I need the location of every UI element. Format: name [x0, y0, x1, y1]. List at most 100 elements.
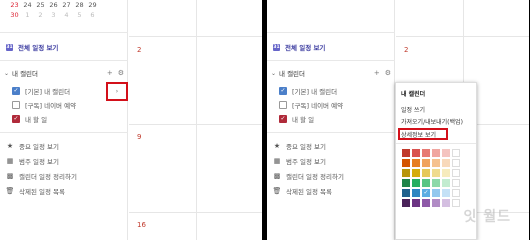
- menu-item-write-schedule[interactable]: 일정 쓰기: [401, 105, 425, 114]
- mini-day[interactable]: 24: [21, 1, 34, 9]
- plus-icon[interactable]: +: [374, 69, 380, 77]
- color-swatch[interactable]: [452, 169, 460, 177]
- color-swatch[interactable]: [402, 159, 410, 167]
- all-schedule-view-link[interactable]: 31 전체 일정 보기: [273, 41, 325, 53]
- divider: [396, 143, 476, 144]
- all-schedule-view-link[interactable]: 31 전체 일정 보기: [6, 41, 58, 53]
- mini-day[interactable]: 30: [8, 11, 21, 19]
- color-swatch[interactable]: [412, 159, 420, 167]
- important-schedule-link[interactable]: ★ 중요 일정 보기: [272, 140, 394, 152]
- my-calendar-label: 내 캘린더: [12, 70, 39, 78]
- mini-day[interactable]: 3: [47, 11, 60, 19]
- grid-line: [129, 124, 262, 125]
- checkbox-checked-icon[interactable]: ✓: [12, 115, 20, 123]
- color-swatch[interactable]: [432, 199, 440, 207]
- calendar-icon: 31: [273, 43, 280, 51]
- calendar-item-my-todo[interactable]: ✓ 내 할 일: [279, 113, 391, 125]
- menu-item-import-export[interactable]: 가져오기/내보내기(백업): [401, 117, 463, 126]
- color-swatch[interactable]: [412, 189, 420, 197]
- menu-item-detail-view[interactable]: 상세정보 보기: [401, 130, 436, 139]
- star-icon: ★: [6, 142, 14, 150]
- color-swatch[interactable]: [442, 159, 450, 167]
- color-swatch[interactable]: [412, 149, 420, 157]
- color-swatch[interactable]: [442, 189, 450, 197]
- color-swatch[interactable]: [422, 169, 430, 177]
- color-swatch[interactable]: [452, 199, 460, 207]
- category-schedule-link[interactable]: ▦ 범주 일정 보기: [272, 155, 394, 167]
- chevron-right-icon[interactable]: ›: [116, 88, 118, 95]
- my-calendar-header[interactable]: ⌄ 내 캘린더 + ⚙: [4, 67, 124, 79]
- calendar-item-basic[interactable]: ✓ [기본] 내 캘린더: [279, 85, 391, 97]
- chevron-down-icon[interactable]: ⌄: [4, 70, 9, 77]
- color-swatch[interactable]: [402, 169, 410, 177]
- mini-day[interactable]: 27: [60, 1, 73, 9]
- color-swatch[interactable]: [402, 179, 410, 187]
- color-swatch[interactable]: [452, 189, 460, 197]
- mini-day[interactable]: 23: [8, 1, 21, 9]
- divider: [267, 60, 395, 61]
- checkbox-checked-icon[interactable]: ✓: [279, 115, 287, 123]
- command-label: 중요 일정 보기: [19, 143, 60, 151]
- calendar-item-my-todo[interactable]: ✓ 내 할 일: [12, 113, 124, 125]
- mini-day[interactable]: 1: [21, 11, 34, 19]
- color-swatch[interactable]: [412, 169, 420, 177]
- divider: [0, 32, 128, 33]
- color-swatch-selected[interactable]: ✓: [422, 189, 430, 197]
- trash-icon: 🗑: [272, 187, 282, 195]
- category-schedule-link[interactable]: ▦ 범주 일정 보기: [5, 155, 127, 167]
- color-swatch[interactable]: [422, 159, 430, 167]
- mini-day[interactable]: 4: [60, 11, 73, 19]
- organize-schedule-link[interactable]: ▩ 캘린더 일정 정리하기: [5, 170, 127, 182]
- mini-day[interactable]: 2: [34, 11, 47, 19]
- checkbox-checked-icon[interactable]: ✓: [279, 87, 287, 95]
- color-swatch[interactable]: [432, 179, 440, 187]
- color-swatch[interactable]: [422, 179, 430, 187]
- color-swatch[interactable]: [402, 189, 410, 197]
- gear-icon[interactable]: ⚙: [385, 69, 391, 77]
- color-palette: ✓: [402, 149, 460, 207]
- deleted-schedule-link[interactable]: 🗑 삭제된 일정 목록: [272, 185, 394, 197]
- day-number[interactable]: 16: [137, 221, 146, 229]
- color-swatch[interactable]: [442, 169, 450, 177]
- mini-day[interactable]: 29: [86, 1, 99, 9]
- organize-schedule-link[interactable]: ▩ 캘린더 일정 정리하기: [272, 170, 394, 182]
- day-number[interactable]: 2: [137, 46, 141, 54]
- color-swatch[interactable]: [422, 199, 430, 207]
- grid-line: [129, 212, 262, 213]
- color-swatch[interactable]: [402, 199, 410, 207]
- color-swatch[interactable]: [402, 149, 410, 157]
- chevron-down-icon[interactable]: ⌄: [271, 70, 276, 77]
- deleted-schedule-link[interactable]: 🗑 삭제된 일정 목록: [5, 185, 127, 197]
- mini-day[interactable]: 5: [73, 11, 86, 19]
- color-swatch[interactable]: [432, 149, 440, 157]
- my-calendar-header[interactable]: ⌄ 내 캘린더 + ⚙: [271, 67, 391, 79]
- color-swatch[interactable]: [442, 199, 450, 207]
- color-swatch[interactable]: [452, 179, 460, 187]
- color-swatch[interactable]: [412, 199, 420, 207]
- color-swatch[interactable]: [432, 169, 440, 177]
- color-swatch[interactable]: [432, 189, 440, 197]
- checkbox-checked-icon[interactable]: ✓: [12, 87, 20, 95]
- color-swatch[interactable]: [452, 159, 460, 167]
- mini-day[interactable]: 28: [73, 1, 86, 9]
- gear-icon[interactable]: ⚙: [118, 69, 124, 77]
- mini-day[interactable]: 26: [47, 1, 60, 9]
- color-swatch[interactable]: [452, 149, 460, 157]
- color-swatch[interactable]: [432, 159, 440, 167]
- all-schedule-view-label: 전체 일정 보기: [18, 44, 59, 52]
- calendar-item-naver-booking[interactable]: [구독] 네이버 예약: [279, 99, 391, 111]
- color-swatch[interactable]: [412, 179, 420, 187]
- color-swatch[interactable]: [442, 149, 450, 157]
- day-number[interactable]: 2: [404, 46, 408, 54]
- checkbox-unchecked-icon[interactable]: [12, 101, 20, 109]
- mini-day[interactable]: 6: [86, 11, 99, 19]
- color-swatch[interactable]: [422, 149, 430, 157]
- plus-icon[interactable]: +: [107, 69, 113, 77]
- calendar-menu-button-highlight[interactable]: ›: [106, 82, 128, 101]
- checkbox-unchecked-icon[interactable]: [279, 101, 287, 109]
- color-swatch[interactable]: [442, 179, 450, 187]
- important-schedule-link[interactable]: ★ 중요 일정 보기: [5, 140, 127, 152]
- category-icon: ▦: [273, 157, 281, 165]
- day-number[interactable]: 9: [137, 133, 141, 141]
- mini-day[interactable]: 25: [34, 1, 47, 9]
